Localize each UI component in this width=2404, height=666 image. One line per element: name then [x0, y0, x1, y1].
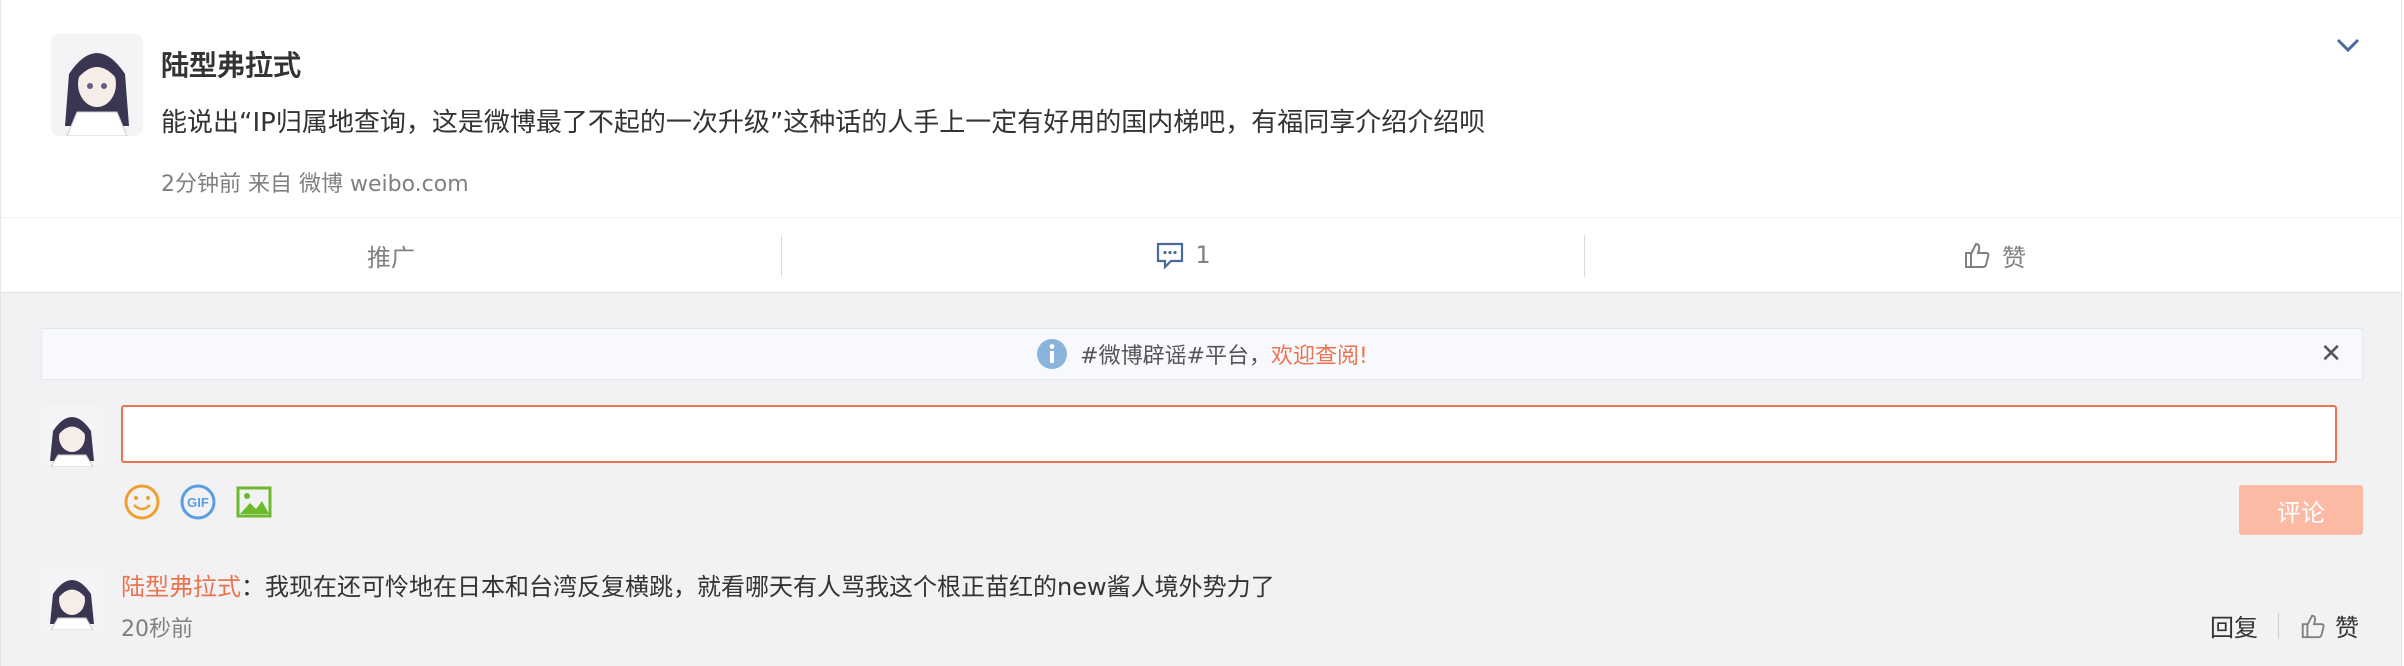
comment-actions: 回复 赞: [2210, 608, 2359, 643]
like-label: 赞: [2002, 243, 2026, 272]
comment-input[interactable]: [121, 405, 2337, 463]
emoji-icon[interactable]: [123, 483, 161, 521]
thumbs-up-icon: [1965, 242, 1990, 268]
like-button[interactable]: 赞: [1585, 218, 2403, 292]
svg-text:GIF: GIF: [187, 495, 209, 510]
gif-icon[interactable]: GIF: [179, 483, 217, 521]
comment-author[interactable]: 陆型弗拉式: [121, 573, 241, 601]
notice-text: #微博辟谣#平台，: [1080, 344, 1272, 369]
thumbs-up-icon: [2301, 614, 2325, 638]
reply-button[interactable]: 回复: [2210, 608, 2258, 643]
comment-section: #微博辟谣#平台， 欢迎查阅! ✕ GIF 评论 陆型弗拉式：我现在还可怜地在日…: [1, 293, 2401, 666]
comment-item: 陆型弗拉式：我现在还可怜地在日本和台湾反复横跳，就看哪天有人骂我这个根正苗红的n…: [121, 567, 1275, 602]
comment-button[interactable]: 1: [782, 218, 1584, 292]
avatar[interactable]: [41, 568, 103, 630]
avatar[interactable]: [51, 34, 143, 136]
comment-colon: ：: [241, 573, 265, 601]
image-icon[interactable]: [235, 483, 273, 521]
action-bar: 推广 1 赞: [1, 217, 2401, 293]
comment-text: 我现在还可怜地在日本和台湾反复横跳，就看哪天有人骂我这个根正苗红的new酱人境外…: [265, 573, 1275, 601]
post: 陆型弗拉式 能说出“IP归属地查询，这是微博最了不起的一次升级”这种话的人手上一…: [1, 0, 2401, 217]
avatar[interactable]: [41, 405, 103, 467]
comment-icon: [1157, 242, 1184, 270]
comment-time: 20秒前: [121, 617, 193, 642]
post-meta: 2分钟前 来自 微博 weibo.com: [161, 172, 469, 197]
notice-link[interactable]: 欢迎查阅!: [1271, 338, 1368, 370]
close-icon[interactable]: ✕: [2320, 339, 2342, 369]
post-author[interactable]: 陆型弗拉式: [161, 44, 301, 84]
submit-comment-button[interactable]: 评论: [2239, 485, 2363, 535]
comment-like-button[interactable]: 赞: [2299, 608, 2359, 643]
comment-like-label: 赞: [2335, 614, 2359, 642]
promote-button[interactable]: 推广: [1, 218, 781, 292]
post-text: 能说出“IP归属地查询，这是微博最了不起的一次升级”这种话的人手上一定有好用的国…: [161, 108, 1486, 138]
notice-bar: #微博辟谣#平台， 欢迎查阅! ✕: [41, 328, 2363, 380]
chevron-down-icon[interactable]: [2333, 30, 2363, 60]
info-icon: [1037, 339, 1068, 369]
comment-count: 1: [1195, 241, 1211, 269]
weibo-card: 陆型弗拉式 能说出“IP归属地查询，这是微博最了不起的一次升级”这种话的人手上一…: [0, 0, 2402, 666]
promote-label: 推广: [367, 243, 415, 272]
divider: [2278, 612, 2279, 639]
